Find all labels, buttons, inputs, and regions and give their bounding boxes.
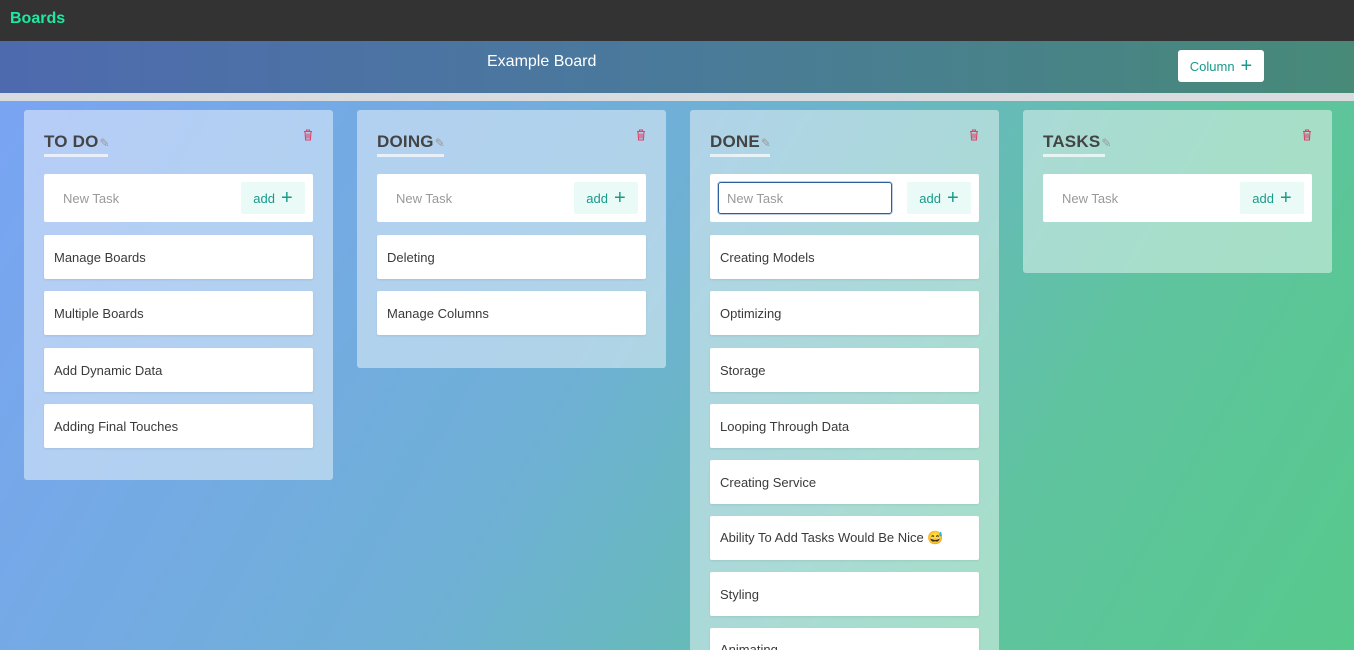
add-task-button[interactable]: add + bbox=[907, 182, 971, 214]
trash-icon[interactable] bbox=[303, 129, 313, 141]
brand-logo[interactable]: Boards bbox=[10, 10, 65, 28]
plus-icon: + bbox=[947, 187, 959, 209]
task-card[interactable]: Looping Through Data bbox=[710, 404, 979, 448]
task-card[interactable]: Multiple Boards bbox=[44, 291, 313, 335]
task-card[interactable]: Optimizing bbox=[710, 291, 979, 335]
column-doing: DOING✎ add+ Deleting Manage Columns bbox=[357, 110, 666, 368]
task-card[interactable]: Manage Boards bbox=[44, 235, 313, 279]
navbar: Boards bbox=[0, 0, 1354, 41]
trash-icon[interactable] bbox=[969, 129, 979, 141]
column-title-underline bbox=[44, 154, 108, 157]
new-task-input[interactable] bbox=[1053, 183, 1223, 213]
new-task-input[interactable] bbox=[718, 182, 892, 214]
add-column-label: Column bbox=[1189, 58, 1235, 74]
column-title[interactable]: DONE✎ bbox=[710, 132, 771, 152]
pencil-icon[interactable]: ✎ bbox=[761, 136, 771, 150]
task-card[interactable]: Deleting bbox=[377, 235, 646, 279]
pencil-icon[interactable]: ✎ bbox=[100, 136, 110, 150]
task-card[interactable]: Creating Models bbox=[710, 235, 979, 279]
task-card[interactable]: Creating Service bbox=[710, 460, 979, 504]
plus-icon: + bbox=[1240, 55, 1253, 77]
column-title-underline bbox=[377, 154, 444, 157]
add-column-button[interactable]: Column + bbox=[1178, 50, 1264, 82]
trash-icon[interactable] bbox=[1302, 129, 1312, 141]
task-card[interactable]: Storage bbox=[710, 348, 979, 392]
task-card[interactable]: Animating bbox=[710, 628, 979, 650]
column-todo: TO DO✎ add+ Manage Boards Multiple Board… bbox=[24, 110, 333, 480]
task-card[interactable]: Manage Columns bbox=[377, 291, 646, 335]
new-task-input[interactable] bbox=[54, 183, 224, 213]
column-title[interactable]: TO DO✎ bbox=[44, 132, 110, 152]
column-title-underline bbox=[710, 154, 770, 157]
task-card[interactable]: Ability To Add Tasks Would Be Nice 😅 bbox=[710, 516, 979, 560]
add-task-button[interactable]: add + bbox=[241, 182, 305, 214]
column-title-underline bbox=[1043, 154, 1105, 157]
header-divider bbox=[0, 93, 1354, 101]
new-task-input[interactable] bbox=[387, 183, 557, 213]
column-tasks: TASKS✎ add+ bbox=[1023, 110, 1332, 273]
new-task-form: add+ bbox=[377, 174, 646, 222]
column-title[interactable]: TASKS✎ bbox=[1043, 132, 1112, 152]
pencil-icon[interactable]: ✎ bbox=[435, 136, 445, 150]
plus-icon: + bbox=[614, 187, 626, 209]
trash-icon[interactable] bbox=[636, 129, 646, 141]
new-task-form: add+ bbox=[710, 174, 979, 222]
add-task-button[interactable]: add + bbox=[574, 182, 638, 214]
new-task-form: add+ bbox=[44, 174, 313, 222]
plus-icon: + bbox=[281, 187, 293, 209]
column-title[interactable]: DOING✎ bbox=[377, 132, 445, 152]
task-card[interactable]: Adding Final Touches bbox=[44, 404, 313, 448]
plus-icon: + bbox=[1280, 187, 1292, 209]
new-task-form: add+ bbox=[1043, 174, 1312, 222]
pencil-icon[interactable]: ✎ bbox=[1101, 136, 1111, 150]
board-title: Example Board bbox=[487, 53, 597, 70]
task-card[interactable]: Add Dynamic Data bbox=[44, 348, 313, 392]
board-header: Example Board Column + bbox=[0, 41, 1354, 93]
task-card[interactable]: Styling bbox=[710, 572, 979, 616]
column-done: DONE✎ add+ Creating Models Optimizing St… bbox=[690, 110, 999, 650]
add-task-button[interactable]: add + bbox=[1240, 182, 1304, 214]
